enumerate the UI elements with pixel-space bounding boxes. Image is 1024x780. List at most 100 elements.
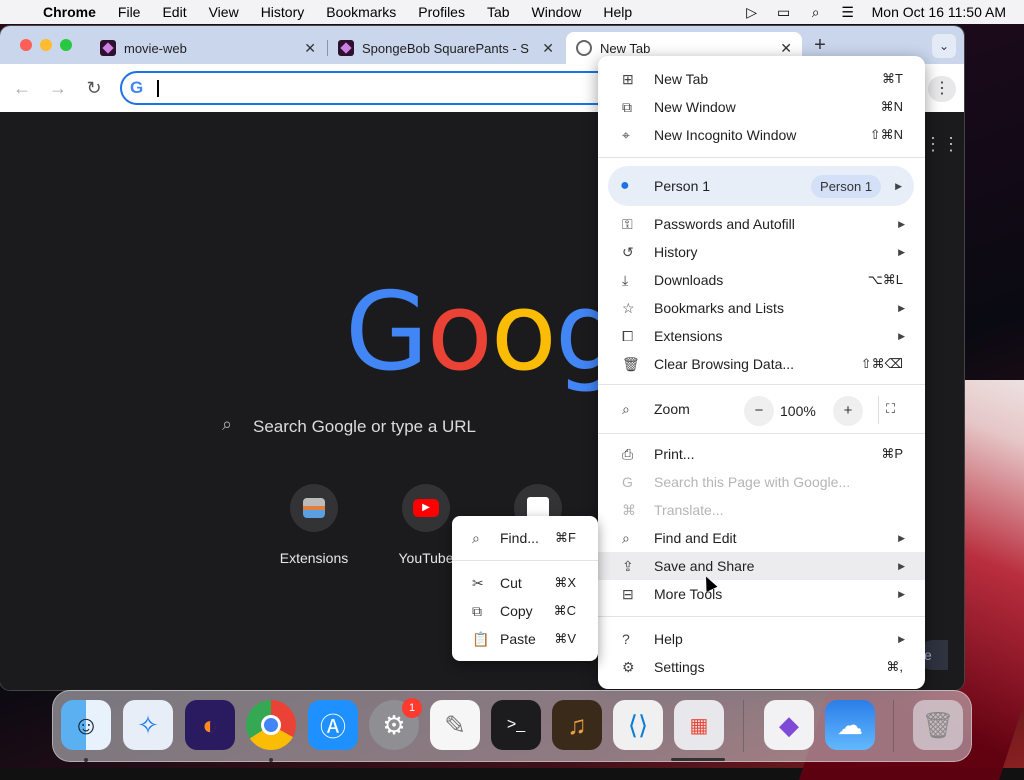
trash-icon[interactable]: 🗑 (913, 700, 963, 750)
submenu-find[interactable]: ⌕ Find... ⌘F (452, 524, 598, 552)
menu-tab[interactable]: Tab (476, 0, 521, 24)
tab-spongebob[interactable]: SpongeBob SquarePants - S ✕ (328, 32, 564, 64)
back-arrow-icon[interactable]: ← (10, 78, 34, 99)
movie-web-favicon-icon (100, 40, 116, 56)
dock-separator (743, 700, 744, 752)
launchpad-icon[interactable]: ▦ (674, 700, 724, 750)
menu-history[interactable]: History (250, 0, 316, 24)
chrome-menu-kebab-icon[interactable]: ⋮ (928, 76, 956, 102)
menu-file[interactable]: File (107, 0, 152, 24)
play-status-icon[interactable]: ▷ (736, 4, 768, 21)
menu-bookmarks[interactable]: Bookmarks (315, 0, 407, 24)
menu-help[interactable]: Help (592, 0, 643, 24)
running-indicator (84, 758, 88, 762)
firefox-icon[interactable]: ◐ (185, 700, 235, 750)
shortcut-extensions[interactable]: Extensions (266, 484, 362, 566)
menu-new-tab[interactable]: ⊞ New Tab ⌘T (598, 65, 925, 93)
submenu-arrow-icon: ▶ (898, 560, 905, 571)
terminal-icon[interactable]: >_ (491, 700, 541, 750)
garageband-icon[interactable]: ♫ (552, 700, 602, 750)
menu-find-edit[interactable]: ⌕ Find and Edit ▶ (598, 524, 925, 552)
help-icon: ? (622, 631, 630, 647)
google-g-icon: G (130, 78, 144, 97)
safari-icon[interactable]: ✧ (123, 700, 173, 750)
menu-divider (598, 433, 925, 434)
menu-label: Extensions (654, 328, 723, 344)
zoom-window-button[interactable] (60, 39, 72, 51)
menu-help-item[interactable]: ? Help ▶ (598, 625, 925, 653)
notification-badge: 1 (402, 698, 422, 718)
chrome-favicon-icon (576, 40, 592, 56)
menu-edit[interactable]: Edit (151, 0, 197, 24)
google-apps-grid-icon[interactable]: ⋮⋮⋮ (924, 134, 964, 155)
visual-studio-icon[interactable]: ◆ (764, 700, 814, 750)
screen-mirroring-icon[interactable]: ▭ (768, 4, 800, 21)
menu-settings[interactable]: ⚙ Settings ⌘, (598, 653, 925, 681)
menu-new-incognito-window[interactable]: ⌖ New Incognito Window ⇧⌘N (598, 121, 925, 149)
ntp-search-box[interactable]: ⌕ Search Google or type a URL (210, 404, 630, 448)
submenu-arrow-icon: ▶ (898, 246, 905, 257)
menu-divider (598, 157, 925, 158)
vscode-icon[interactable]: ⟨⟩ (613, 700, 663, 750)
menu-window[interactable]: Window (521, 0, 593, 24)
weather-icon[interactable]: ☁ (825, 700, 875, 750)
menu-person-profile[interactable]: ● Person 1 Person 1 ▶ (608, 166, 914, 206)
tab-movie-web[interactable]: movie-web ✕ (90, 32, 326, 64)
apple-menu-icon[interactable] (0, 0, 32, 24)
close-tab-icon[interactable]: ✕ (542, 40, 554, 57)
menu-app-name[interactable]: Chrome (32, 0, 107, 24)
puzzle-icon: ⧠ (622, 327, 634, 344)
zoom-magnifier-icon: ⌕ (622, 400, 630, 417)
submenu-paste[interactable]: 📋 Paste ⌘V (452, 625, 598, 653)
fullscreen-icon[interactable]: ⛶ (886, 401, 895, 417)
menu-label: More Tools (654, 586, 723, 602)
person-pill: Person 1 (811, 174, 882, 198)
menu-clear-browsing-data[interactable]: 🗑 Clear Browsing Data... ⇧⌘⌫ (598, 350, 925, 378)
spongebob-favicon-icon (338, 40, 354, 56)
menu-more-tools[interactable]: ⊟ More Tools ▶ (598, 580, 925, 608)
submenu-copy[interactable]: ⧉ Copy ⌘C (452, 597, 598, 625)
find-page-icon: ⌕ (622, 529, 630, 546)
zoom-out-button[interactable]: − (744, 396, 774, 426)
menu-shortcut: ⇧⌘N (869, 127, 903, 142)
menu-label: Find... (500, 530, 539, 546)
menu-downloads[interactable]: ⤓ Downloads ⌥⌘L (598, 266, 925, 294)
reload-icon[interactable]: ↻ (82, 78, 106, 99)
zoom-in-button[interactable]: + (833, 396, 863, 426)
new-tab-plus-icon[interactable]: + (808, 34, 832, 58)
app-store-icon[interactable]: Ⓐ (308, 700, 358, 750)
submenu-arrow-icon: ▶ (898, 588, 905, 599)
shortcut-label: Extensions (279, 550, 349, 566)
menu-save-share[interactable]: ⇪ Save and Share ▶ (598, 552, 925, 580)
menu-passwords-autofill[interactable]: ⚿ Passwords and Autofill ▶ (598, 210, 925, 238)
spotlight-search-icon[interactable]: ⌕ (800, 4, 832, 21)
menu-shortcut: ⌘, (886, 659, 903, 674)
minimize-window-button[interactable] (40, 39, 52, 51)
toolbox-icon: ⊟ (622, 585, 634, 602)
textedit-icon[interactable]: ✎ (430, 700, 480, 750)
submenu-arrow-icon: ▶ (898, 532, 905, 543)
menu-extensions[interactable]: ⧠ Extensions ▶ (598, 322, 925, 350)
address-bar[interactable]: G (120, 71, 640, 105)
menu-bookmarks-lists[interactable]: ☆ Bookmarks and Lists ▶ (598, 294, 925, 322)
close-tab-icon[interactable]: ✕ (304, 40, 316, 57)
control-center-icon[interactable]: ☰ (832, 4, 864, 21)
menu-label: New Tab (654, 71, 709, 87)
tab-search-chevron-icon[interactable]: ⌄ (932, 34, 956, 58)
close-tab-icon[interactable]: ✕ (780, 40, 792, 57)
menubar-clock[interactable]: Mon Oct 16 11:50 AM (864, 4, 1024, 20)
menu-print[interactable]: ⎙ Print... ⌘P (598, 440, 925, 468)
forward-arrow-icon[interactable]: → (46, 78, 70, 99)
chrome-icon[interactable] (246, 700, 296, 750)
menu-label: Person 1 (654, 178, 711, 194)
menu-shortcut: ⇧⌘⌫ (860, 356, 903, 371)
submenu-cut[interactable]: ✂ Cut ⌘X (452, 569, 598, 597)
close-window-button[interactable] (20, 39, 32, 51)
menu-history-item[interactable]: ↺ History ▶ (598, 238, 925, 266)
menu-view[interactable]: View (198, 0, 250, 24)
menu-new-window[interactable]: ⧉ New Window ⌘N (598, 93, 925, 121)
menu-profiles[interactable]: Profiles (407, 0, 476, 24)
tab-title: movie-web (124, 40, 187, 56)
finder-icon[interactable]: ☺ (61, 700, 111, 750)
dock-separator (893, 700, 894, 752)
